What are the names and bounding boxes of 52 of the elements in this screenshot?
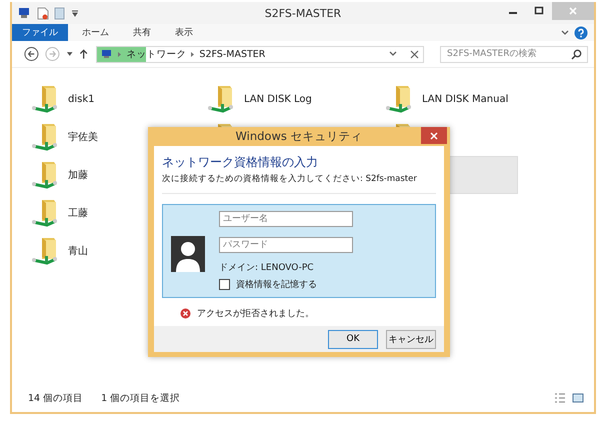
error-icon [180, 308, 191, 320]
domain-label: ドメイン: LENOVO-PC [219, 262, 315, 274]
dropdown-icon[interactable] [71, 9, 79, 17]
dropdown-icon[interactable] [66, 50, 74, 58]
large-icons-view-icon[interactable] [572, 393, 584, 403]
remember-checkbox[interactable] [219, 279, 230, 290]
checkbox-label: 資格情報を記憶する [236, 278, 317, 292]
up-arrow-icon[interactable] [79, 48, 88, 60]
password-field[interactable]: パスワード [219, 237, 353, 254]
folder-label: 工藤 [68, 206, 88, 220]
details-view-icon[interactable] [554, 393, 566, 403]
folder-label: 加藤 [68, 168, 88, 182]
breadcrumb[interactable]: ネットワーク [126, 48, 186, 60]
error-message: アクセスが拒否されました。 [197, 308, 314, 320]
ribbon-tab[interactable]: ファイル [12, 24, 68, 41]
maximize-icon [534, 6, 544, 16]
dialog-prompt: 次に接続するための資格情報を入力してください: S2fs-master [162, 173, 418, 186]
chevron-icon[interactable] [388, 50, 398, 58]
ribbon-tab[interactable]: 共有 [123, 24, 161, 41]
folder-label: LAN DISK Manual [422, 94, 508, 104]
computer-icon [101, 49, 114, 59]
close-icon [568, 6, 578, 16]
chevron-icon [190, 50, 196, 58]
ribbon-tab[interactable]: ホーム [72, 24, 119, 41]
close-button[interactable] [421, 127, 447, 144]
computer-icon[interactable] [18, 7, 32, 19]
chevron-icon [117, 50, 122, 58]
document-icon[interactable] [37, 6, 49, 20]
chevron-icon[interactable] [560, 28, 570, 36]
selection-count: 1 個の項目を選択 [101, 392, 180, 404]
username-field[interactable]: ユーザー名 [219, 211, 353, 228]
folder-label: 宇佐美 [68, 130, 98, 144]
folder-label: 青山 [68, 244, 88, 258]
cancel-button[interactable]: キャンセル [386, 330, 436, 349]
item-count: 14 個の項目 [28, 392, 84, 404]
breadcrumb[interactable]: S2FS-MASTER [199, 48, 266, 60]
window-title: S2FS-MASTER [264, 6, 342, 20]
back-icon[interactable] [24, 46, 39, 62]
folder-label: disk1 [68, 94, 94, 104]
close-icon[interactable] [410, 50, 419, 58]
dialog-title: Windows セキュリティ [236, 129, 362, 144]
ribbon-tab[interactable]: 表示 [165, 24, 203, 41]
dialog-heading: ネットワーク資格情報の入力 [162, 154, 319, 172]
address-bar[interactable]: ネットワーク S2FS-MASTER [96, 46, 424, 62]
help-icon[interactable] [574, 26, 588, 40]
folder-icon[interactable] [54, 6, 66, 20]
user-avatar-icon [171, 236, 205, 272]
ok-button[interactable]: OK [328, 330, 378, 349]
close-icon [430, 132, 438, 140]
folder-label: LAN DISK Log [244, 94, 312, 104]
search-icon [571, 48, 582, 60]
search-field[interactable]: S2FS-MASTERの検索 [440, 46, 588, 62]
